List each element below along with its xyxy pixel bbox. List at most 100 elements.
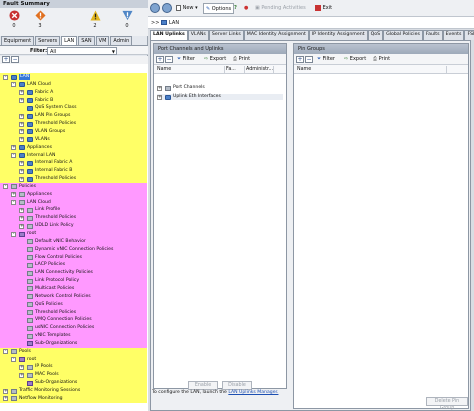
- tree-expander-icon[interactable]: -: [11, 153, 16, 158]
- info-icon[interactable]: ●: [244, 3, 248, 14]
- tree-expander-icon[interactable]: -: [11, 231, 16, 237]
- tree-expander-icon[interactable]: +: [19, 90, 24, 96]
- column-name[interactable]: Name: [297, 66, 447, 73]
- tab-vlans[interactable]: VLANs: [187, 30, 209, 40]
- column-fabric[interactable]: Fa...: [226, 66, 245, 73]
- tree-node-label: Internal LAN: [27, 152, 56, 158]
- tree-node-label: Link Profile: [35, 207, 61, 213]
- expand-all-button[interactable]: +: [156, 56, 164, 63]
- expander-icon[interactable]: +: [157, 85, 162, 91]
- tree-expander-icon[interactable]: +: [19, 168, 24, 174]
- print-button[interactable]: ⎙ Print: [373, 56, 390, 63]
- new-menu-button[interactable]: New ▾: [176, 3, 198, 14]
- critical-fault-count[interactable]: 0: [3, 10, 25, 29]
- app-window: Fault Summary 0 3 2 0 Equipment Servers …: [0, 0, 474, 411]
- lan-uplinks-manager-link[interactable]: LAN Uplinks Manager.: [228, 390, 278, 395]
- tree-node-icon: [27, 160, 33, 166]
- tree-expander-icon[interactable]: -: [11, 357, 16, 363]
- tab-mac-identity-assignment[interactable]: MAC Identity Assignment: [243, 30, 309, 40]
- tree-node-label: Policies: [19, 183, 36, 189]
- collapse-all-button[interactable]: −: [11, 56, 19, 63]
- help-icon[interactable]: ?: [234, 3, 237, 14]
- tree-expander-icon[interactable]: -: [3, 349, 8, 355]
- tab-faults[interactable]: Faults: [422, 30, 443, 40]
- tree-node-icon: [19, 153, 25, 158]
- tree-expander-icon[interactable]: +: [19, 160, 24, 166]
- lan-icon: [161, 20, 167, 25]
- filter-button[interactable]: ⏷ Filter: [177, 56, 195, 63]
- tree-expander-icon[interactable]: +: [19, 223, 24, 229]
- tree-node-label: Threshold Policies: [35, 309, 77, 315]
- tree-expander-icon[interactable]: +: [19, 372, 24, 378]
- exit-button[interactable]: Exit: [315, 3, 332, 14]
- tab-ip-identity-assignment[interactable]: IP Identity Assignment: [308, 30, 368, 40]
- tree-expander-icon[interactable]: +: [3, 388, 8, 394]
- tree-node-icon: [27, 207, 33, 213]
- tree-expander-icon[interactable]: -: [3, 74, 8, 80]
- pending-activities-button[interactable]: ▣ Pending Activities: [255, 3, 306, 14]
- tree-node-icon: [27, 333, 33, 339]
- tree-expander-icon[interactable]: +: [19, 137, 24, 143]
- minor-fault-count[interactable]: 2: [84, 10, 106, 29]
- tree-row-uplink-eth-interfaces[interactable]: + Uplink Eth Interfaces: [157, 94, 283, 100]
- tree-expander-icon[interactable]: +: [19, 215, 24, 221]
- column-name[interactable]: Name: [157, 66, 225, 73]
- tab-admin[interactable]: Admin: [110, 36, 133, 45]
- tree-node-label: Sub-Organizations: [35, 380, 78, 386]
- disable-button[interactable]: Disable: [222, 381, 252, 390]
- tab-fsm[interactable]: FSM: [464, 30, 474, 40]
- tab-servers[interactable]: Servers: [35, 36, 61, 45]
- tree-expander-icon[interactable]: -: [3, 184, 8, 190]
- tab-vm[interactable]: VM: [95, 36, 110, 45]
- tree-expander-icon[interactable]: +: [19, 121, 24, 127]
- port-channels-pane-title: Port Channels and Uplinks: [154, 44, 286, 54]
- tree-expander-icon[interactable]: +: [19, 113, 24, 119]
- expander-icon[interactable]: +: [157, 94, 162, 100]
- expand-all-button[interactable]: +: [2, 56, 10, 63]
- exit-icon: [315, 4, 321, 11]
- enable-button[interactable]: Enable: [188, 381, 218, 390]
- collapse-all-button[interactable]: −: [305, 56, 313, 63]
- tree-node-icon: [27, 325, 33, 331]
- warning-fault-count[interactable]: 0: [116, 10, 138, 29]
- tab-lan[interactable]: LAN: [61, 36, 78, 45]
- forward-icon[interactable]: [162, 3, 172, 13]
- tree-expander-icon[interactable]: +: [19, 364, 24, 370]
- print-icon: ⎙: [373, 56, 378, 62]
- delete-pin-group-button[interactable]: Delete Pin Group: [426, 397, 468, 411]
- export-button[interactable]: ⇨ Export: [344, 56, 366, 63]
- tab-lan-uplinks[interactable]: LAN Uplinks: [150, 30, 188, 40]
- tab-equipment[interactable]: Equipment: [1, 36, 35, 45]
- tree-expander-icon[interactable]: +: [11, 192, 16, 198]
- tree-node-label: Appliances: [27, 144, 52, 150]
- collapse-all-button[interactable]: −: [165, 56, 173, 63]
- export-button[interactable]: ⇨ Export: [204, 56, 226, 63]
- column-admin-state[interactable]: Administr...: [246, 66, 274, 73]
- major-fault-count[interactable]: 3: [29, 10, 51, 29]
- filter-icon: ⏷: [177, 56, 182, 62]
- tree-expander-icon[interactable]: -: [11, 82, 16, 88]
- tree-expander-icon[interactable]: +: [11, 145, 16, 151]
- expand-all-button[interactable]: +: [296, 56, 304, 63]
- tab-san[interactable]: SAN: [78, 36, 95, 45]
- tree-node-label: LAN Cloud: [27, 199, 51, 205]
- tree-node-label: Threshold Policies: [35, 121, 77, 127]
- back-icon[interactable]: [150, 3, 160, 13]
- tree-expander-icon[interactable]: -: [11, 200, 16, 206]
- tree-expander-icon[interactable]: +: [19, 129, 24, 135]
- tree-expander-icon[interactable]: +: [19, 176, 24, 182]
- tree-expander-icon[interactable]: +: [19, 98, 24, 104]
- tab-global-policies[interactable]: Global Policies: [383, 30, 423, 40]
- tab-qos[interactable]: QoS: [367, 30, 384, 40]
- tree-node-icon: [27, 168, 33, 174]
- breadcrumb-current[interactable]: LAN: [169, 20, 179, 26]
- filter-button[interactable]: ⏷ Filter: [317, 56, 335, 63]
- tab-events[interactable]: Events: [442, 30, 465, 40]
- tab-server-links[interactable]: Server Links: [208, 30, 244, 40]
- filter-select[interactable]: All ▼: [47, 47, 117, 55]
- options-button[interactable]: ✎ Options: [203, 3, 235, 14]
- tree-expander-icon[interactable]: +: [19, 207, 24, 213]
- tree-expander-icon[interactable]: +: [3, 396, 8, 402]
- tree-node-label: Network Control Policies: [35, 293, 91, 299]
- print-button[interactable]: ⎙ Print: [233, 56, 250, 63]
